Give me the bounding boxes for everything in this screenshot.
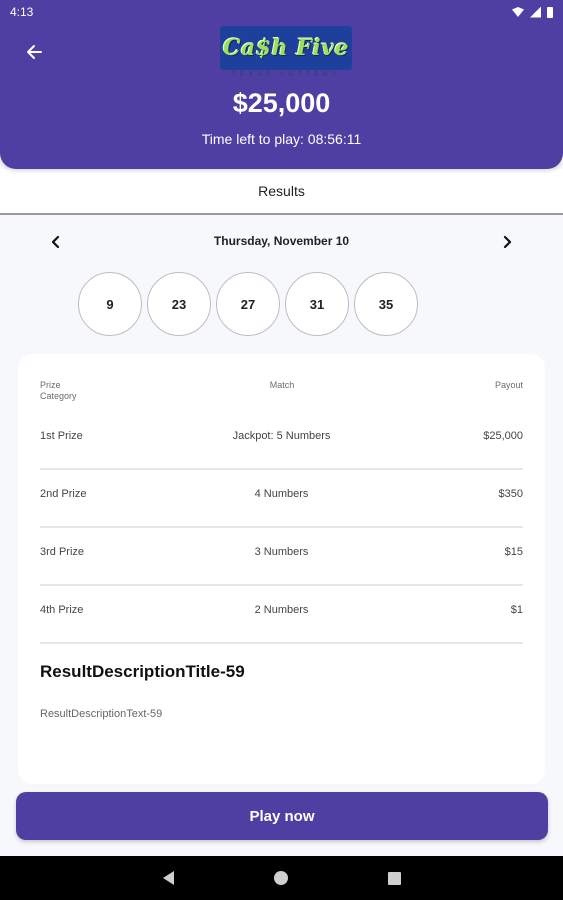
prize-payout: $350 <box>498 488 523 500</box>
play-now-label: Play now <box>249 807 315 825</box>
number-ball: 31 <box>285 272 349 336</box>
system-back-icon[interactable] <box>162 871 174 885</box>
table-row: 1st Prize Jackpot: 5 Numbers $25,000 <box>40 412 523 470</box>
arrow-left-icon <box>27 45 42 59</box>
winning-numbers: 9 23 27 31 35 <box>78 272 418 336</box>
result-description-text: ResultDescriptionText-59 <box>40 708 163 720</box>
draw-date: Thursday, November 10 <box>213 234 350 248</box>
number-ball: 27 <box>216 272 280 336</box>
status-icons <box>512 6 553 18</box>
draw-date-selector: Thursday, November 10 <box>0 230 563 254</box>
back-button[interactable] <box>22 40 46 64</box>
system-recents-icon[interactable] <box>387 871 401 885</box>
prize-payout: $1 <box>510 604 523 616</box>
prize-match: 4 Numbers <box>254 488 309 500</box>
play-now-button[interactable]: Play now <box>16 792 548 840</box>
battery-icon <box>547 6 553 18</box>
next-date-button[interactable] <box>495 230 519 254</box>
number-ball: 23 <box>147 272 211 336</box>
logo-text: Ca$h Five <box>223 35 349 61</box>
prize-match: 3 Numbers <box>254 546 309 558</box>
tab-results[interactable]: Results <box>0 169 563 215</box>
table-row: 3rd Prize 3 Numbers $15 <box>40 528 523 586</box>
header-match: Match <box>269 380 295 390</box>
system-home-icon[interactable] <box>273 871 288 885</box>
status-bar: 4:13 <box>0 0 563 24</box>
table-row: 4th Prize 2 Numbers $1 <box>40 586 523 644</box>
status-time: 4:13 <box>10 5 34 19</box>
prize-payout: $15 <box>504 546 523 558</box>
system-navigation-bar <box>0 856 563 900</box>
prize-match: Jackpot: 5 Numbers <box>232 430 331 442</box>
jackpot-amount: $25,000 <box>232 88 331 118</box>
prize-payout: $25,000 <box>483 430 523 442</box>
game-logo: Ca$h Five TEXAS LOTTERY <box>220 26 352 80</box>
header-prize-category: Prize Category <box>40 380 77 401</box>
signal-icon <box>530 6 541 18</box>
table-row: 2nd Prize 4 Numbers $350 <box>40 470 523 528</box>
logo-badge: Ca$h Five <box>220 26 352 70</box>
number-ball: 9 <box>78 272 142 336</box>
chevron-right-icon <box>503 235 512 249</box>
prize-match: 2 Numbers <box>254 604 309 616</box>
tab-results-label: Results <box>258 183 305 199</box>
header-payout: Payout <box>494 380 523 390</box>
result-description-title: ResultDescriptionTitle-59 <box>40 662 245 681</box>
number-ball: 35 <box>354 272 418 336</box>
app-header: Ca$h Five TEXAS LOTTERY $25,000 Time lef… <box>0 0 563 169</box>
logo-subtext: TEXAS LOTTERY <box>231 71 341 78</box>
wifi-icon <box>512 7 524 17</box>
time-left-text: Time left to play: 08:56:11 <box>201 131 362 147</box>
prize-table-card: Prize Category Match Payout 1st Prize Ja… <box>18 354 545 784</box>
